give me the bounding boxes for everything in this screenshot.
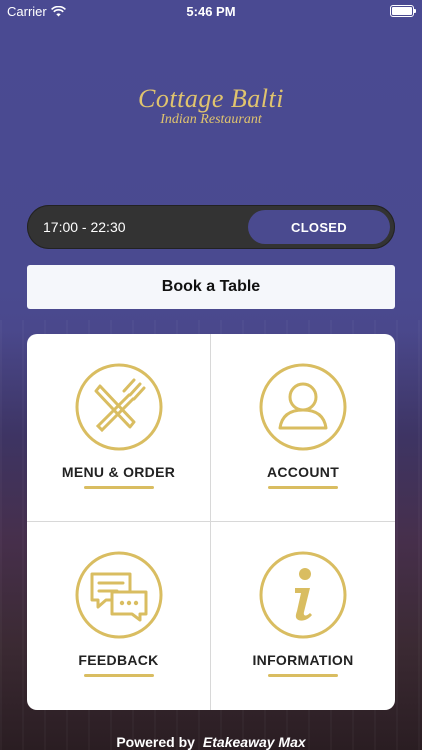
status-bar: Carrier 5:46 PM [0, 0, 422, 22]
user-icon [258, 362, 348, 452]
account-tile[interactable]: ACCOUNT [211, 334, 395, 522]
book-table-button[interactable]: Book a Table [27, 265, 395, 309]
logo-name: Cottage Balti [138, 84, 284, 113]
fork-knife-icon [74, 362, 164, 452]
menu-grid: MENU & ORDER ACCOUNT FEEDBACK INFORMATIO… [27, 334, 395, 710]
status-time: 5:46 PM [186, 4, 236, 19]
menu-order-underline [83, 486, 154, 489]
menu-order-label: MENU & ORDER [61, 464, 176, 480]
powered-by-brand: Etakeaway Max [202, 734, 306, 750]
account-underline [268, 486, 338, 489]
information-underline [268, 674, 338, 677]
menu-order-tile[interactable]: MENU & ORDER [27, 334, 211, 522]
information-label: INFORMATION [252, 652, 354, 668]
restaurant-logo: Cottage Balti Indian Restaurant [0, 84, 422, 128]
powered-by-text: Powered by [116, 734, 195, 750]
information-tile[interactable]: INFORMATION [211, 522, 395, 710]
feedback-underline [83, 674, 154, 677]
info-icon [258, 550, 348, 640]
powered-by-footer: Powered by Etakeaway Max [0, 734, 422, 750]
chat-bubbles-icon [74, 550, 164, 640]
open-status-badge: CLOSED [248, 210, 390, 244]
logo-subtitle: Indian Restaurant [160, 112, 262, 127]
opening-hours-bar: 17:00 - 22:30 CLOSED [27, 205, 395, 249]
opening-times: 17:00 - 22:30 [43, 219, 126, 235]
battery-icon [390, 5, 416, 17]
feedback-label: FEEDBACK [78, 652, 159, 668]
feedback-tile[interactable]: FEEDBACK [27, 522, 211, 710]
account-label: ACCOUNT [266, 464, 340, 480]
